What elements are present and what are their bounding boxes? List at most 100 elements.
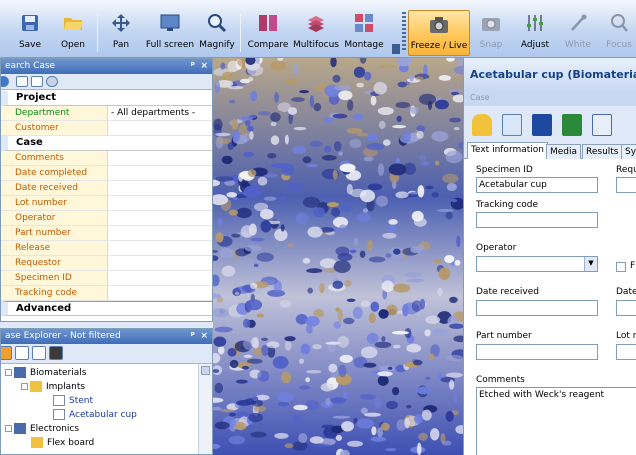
grain xyxy=(445,211,453,220)
property-row-part-number[interactable]: Part number xyxy=(1,226,212,241)
pin-icon[interactable]: ᵖ xyxy=(191,329,195,344)
release-checkbox[interactable] xyxy=(616,262,626,272)
tree-item-flex-board[interactable]: Flex board xyxy=(31,436,94,450)
magnify-button[interactable]: Magnify xyxy=(197,0,237,57)
eraser-icon[interactable] xyxy=(46,76,58,87)
property-value[interactable] xyxy=(108,121,212,135)
chevron-down-icon[interactable]: ▼ xyxy=(584,257,597,271)
tab-results[interactable]: Results xyxy=(582,144,623,159)
montage-button[interactable]: Montage xyxy=(342,0,386,57)
advanced-section-header[interactable]: Advanced xyxy=(1,301,212,316)
grain xyxy=(272,356,289,369)
property-row-release[interactable]: Release xyxy=(1,241,212,256)
lot-number-field[interactable] xyxy=(616,344,636,360)
property-value[interactable] xyxy=(108,271,212,285)
list-view-icon[interactable] xyxy=(16,76,28,87)
date-received-field[interactable] xyxy=(476,300,598,316)
requestor-field[interactable] xyxy=(616,177,636,193)
property-value[interactable] xyxy=(108,211,212,225)
pan-button[interactable]: Pan xyxy=(101,0,141,57)
part-number-field[interactable] xyxy=(476,344,598,360)
tab-media[interactable]: Media xyxy=(546,144,582,159)
property-value[interactable] xyxy=(108,166,212,180)
close-icon[interactable]: × xyxy=(200,59,208,74)
excel-icon[interactable] xyxy=(562,114,582,136)
property-value[interactable] xyxy=(108,241,212,255)
comments-textarea[interactable]: Etched with Weck's reagent xyxy=(476,387,636,455)
camera-view-icon[interactable] xyxy=(49,346,63,360)
property-row-specimen-id[interactable]: Specimen ID xyxy=(1,271,212,286)
filter-icon[interactable] xyxy=(1,346,12,360)
case-section-header[interactable]: Case xyxy=(1,136,212,151)
close-icon[interactable]: × xyxy=(200,329,208,344)
focus-button[interactable]: Focus xyxy=(602,0,636,57)
compare-button[interactable]: Compare xyxy=(246,0,290,57)
micrograph-view[interactable] xyxy=(213,58,463,455)
fullscreen-button[interactable]: Full screen xyxy=(144,0,196,57)
property-row-date-received[interactable]: Date received xyxy=(1,181,212,196)
property-value[interactable] xyxy=(108,256,212,270)
specimen-id-field[interactable]: Acetabular cup xyxy=(476,177,598,193)
property-value[interactable]: - All departments - xyxy=(108,106,212,120)
collapse-icon[interactable] xyxy=(5,425,12,432)
explorer-scrollbar[interactable] xyxy=(198,364,212,454)
grain xyxy=(419,298,426,310)
report-icon[interactable] xyxy=(592,114,612,136)
tree-item-stent[interactable]: Stent xyxy=(53,394,93,408)
tree-view-icon[interactable] xyxy=(15,346,29,360)
property-row-requestor[interactable]: Requestor xyxy=(1,256,212,271)
property-value[interactable] xyxy=(108,286,212,300)
snap-button[interactable]: Snap xyxy=(474,0,508,57)
tree-item-biomaterials[interactable]: Biomaterials xyxy=(5,366,86,380)
tree-item-electronics[interactable]: Electronics xyxy=(5,422,79,436)
project-section-header[interactable]: Project xyxy=(1,91,212,106)
collapse-icon[interactable] xyxy=(5,369,12,376)
grain xyxy=(323,117,335,124)
adjust-button[interactable]: Adjust xyxy=(512,0,558,57)
tree-item-acetabular-cup[interactable]: Acetabular cup xyxy=(53,408,137,422)
details-view-icon[interactable] xyxy=(32,346,46,360)
magnify-icon xyxy=(208,14,227,33)
property-key: Customer xyxy=(1,121,108,135)
grain xyxy=(425,376,431,380)
property-row-operator[interactable]: Operator xyxy=(1,211,212,226)
collapse-icon[interactable] xyxy=(21,383,28,390)
property-row-lot-number[interactable]: Lot number xyxy=(1,196,212,211)
tab-sy[interactable]: Sy xyxy=(621,144,636,159)
property-row-comments[interactable]: Comments xyxy=(1,151,212,166)
property-row-customer[interactable]: Customer xyxy=(1,121,212,136)
white-button[interactable]: White xyxy=(560,0,596,57)
pin-icon[interactable]: ᵖ xyxy=(191,59,195,74)
scroll-up-icon[interactable] xyxy=(201,366,210,375)
tree-item-implants[interactable]: Implants xyxy=(21,380,85,394)
grain xyxy=(437,288,443,296)
grain xyxy=(388,219,398,225)
grain xyxy=(287,107,298,115)
multifocus-button[interactable]: Multifocus xyxy=(292,0,340,57)
grain xyxy=(279,300,292,308)
refresh-icon[interactable] xyxy=(1,76,9,87)
freeze-live-button[interactable]: Freeze / Live xyxy=(408,10,470,56)
word-icon[interactable] xyxy=(532,114,552,136)
save-button[interactable]: Save xyxy=(8,0,52,57)
property-row-date-completed[interactable]: Date completed xyxy=(1,166,212,181)
grain xyxy=(442,173,459,184)
tracking-code-field[interactable] xyxy=(476,212,598,228)
email-icon[interactable] xyxy=(502,114,522,136)
property-value[interactable] xyxy=(108,181,212,195)
main-toolbar: Save Open Pan Full screen Magnify Compar… xyxy=(0,0,636,58)
toolbar-grip[interactable] xyxy=(402,12,406,52)
property-value[interactable] xyxy=(108,226,212,240)
toolbar-overflow-dropdown[interactable] xyxy=(392,44,400,54)
tab-text-information[interactable]: Text information xyxy=(467,142,549,159)
property-row-tracking-code[interactable]: Tracking code xyxy=(1,286,212,301)
columns-view-icon[interactable] xyxy=(31,76,43,87)
property-row-department[interactable]: Department - All departments - xyxy=(1,106,212,121)
property-value[interactable] xyxy=(108,196,212,210)
property-value[interactable] xyxy=(108,151,212,165)
lock-icon[interactable] xyxy=(472,114,492,136)
grain xyxy=(378,64,396,69)
operator-select[interactable] xyxy=(476,256,598,272)
open-button[interactable]: Open xyxy=(52,0,94,57)
date-completed-field[interactable] xyxy=(616,300,636,316)
